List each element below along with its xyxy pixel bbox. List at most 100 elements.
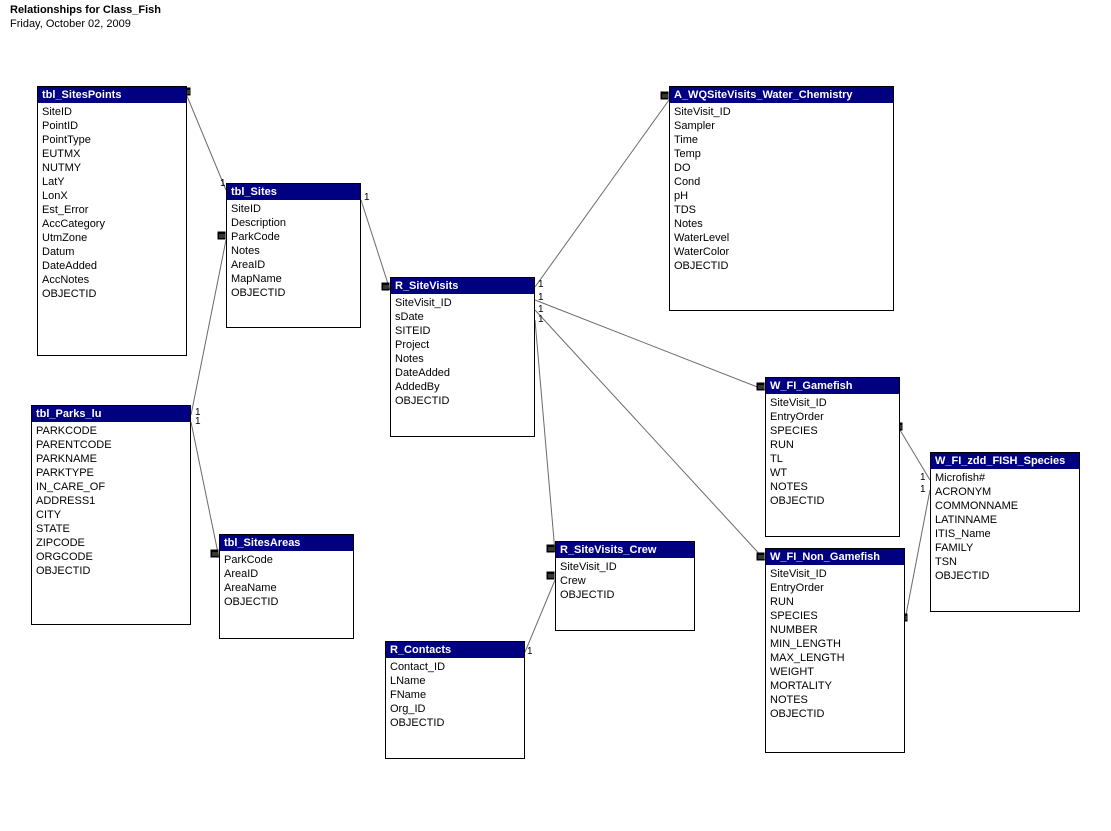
table-field[interactable]: PARKCODE — [36, 424, 186, 438]
table-field[interactable]: WaterColor — [674, 245, 889, 259]
table-field[interactable]: EntryOrder — [770, 581, 900, 595]
table-box-tbl_sites[interactable]: tbl_Sites SiteIDDescriptionParkCodeNotesA… — [226, 183, 361, 328]
table-field[interactable]: OBJECTID — [935, 569, 1075, 583]
table-field[interactable]: PARKTYPE — [36, 466, 186, 480]
table-box-r_sitevisits_crew[interactable]: R_SiteVisits_Crew SiteVisit_IDCrewOBJECTI… — [555, 541, 695, 631]
table-field[interactable]: OBJECTID — [560, 588, 690, 602]
table-field[interactable]: Notes — [231, 244, 356, 258]
table-field[interactable]: ZIPCODE — [36, 536, 186, 550]
table-field[interactable]: Sampler — [674, 119, 889, 133]
table-field[interactable]: Cond — [674, 175, 889, 189]
table-field[interactable]: DO — [674, 161, 889, 175]
table-field[interactable]: AccCategory — [42, 217, 182, 231]
table-field[interactable]: Microfish# — [935, 471, 1075, 485]
table-field[interactable]: LATINNAME — [935, 513, 1075, 527]
table-field[interactable]: Org_ID — [390, 702, 520, 716]
table-field[interactable]: ORGCODE — [36, 550, 186, 564]
table-field[interactable]: UtmZone — [42, 231, 182, 245]
table-field[interactable]: Time — [674, 133, 889, 147]
table-field[interactable]: Notes — [395, 352, 530, 366]
table-field[interactable]: ParkCode — [231, 230, 356, 244]
table-field[interactable]: WT — [770, 466, 895, 480]
table-field[interactable]: DateAdded — [395, 366, 530, 380]
table-field[interactable]: OBJECTID — [231, 286, 356, 300]
table-field[interactable]: PointType — [42, 133, 182, 147]
table-field[interactable]: EUTMX — [42, 147, 182, 161]
table-field[interactable]: RUN — [770, 438, 895, 452]
table-field[interactable]: NUMBER — [770, 623, 900, 637]
table-field[interactable]: AreaID — [224, 567, 349, 581]
table-field[interactable]: SiteVisit_ID — [560, 560, 690, 574]
table-box-tbl_parks_lu[interactable]: tbl_Parks_luPARKCODEPARENTCODEPARKNAMEPA… — [31, 405, 191, 625]
table-field[interactable]: SPECIES — [770, 609, 900, 623]
table-field[interactable]: WEIGHT — [770, 665, 900, 679]
table-field[interactable]: Description — [231, 216, 356, 230]
table-field[interactable]: SiteVisit_ID — [674, 105, 889, 119]
table-field[interactable]: MapName — [231, 272, 356, 286]
table-field[interactable]: FAMILY — [935, 541, 1075, 555]
table-title[interactable]: R_Contacts — [386, 642, 524, 658]
table-box-tbl_sitespoints[interactable]: tbl_SitesPointsSiteIDPointIDPointTypeEUT… — [37, 86, 187, 356]
table-box-r_sitevisits[interactable]: R_SiteVisitsSiteVisit_IDsDateSITEIDProje… — [390, 277, 535, 437]
table-field[interactable]: PARENTCODE — [36, 438, 186, 452]
table-field[interactable]: IN_CARE_OF — [36, 480, 186, 494]
table-field[interactable]: STATE — [36, 522, 186, 536]
table-field[interactable]: SiteVisit_ID — [395, 296, 530, 310]
table-field[interactable]: MAX_LENGTH — [770, 651, 900, 665]
table-box-w_fi_zdd_fish_species[interactable]: W_FI_zdd_FISH_SpeciesMicrofish#ACRONYMCO… — [930, 452, 1080, 612]
table-field[interactable]: OBJECTID — [36, 564, 186, 578]
table-field[interactable]: FName — [390, 688, 520, 702]
table-field[interactable]: SPECIES — [770, 424, 895, 438]
table-field[interactable]: WaterLevel — [674, 231, 889, 245]
table-field[interactable]: DateAdded — [42, 259, 182, 273]
table-field[interactable]: ITIS_Name — [935, 527, 1075, 541]
table-box-a_wqsitevisits_water_chemistry[interactable]: A_WQSiteVisits_Water_Chemistry SiteVisit_… — [669, 86, 894, 311]
table-field[interactable]: pH — [674, 189, 889, 203]
table-title[interactable]: W_FI_Non_Gamefish — [766, 549, 904, 565]
table-field[interactable]: AddedBy — [395, 380, 530, 394]
table-field[interactable]: OBJECTID — [770, 707, 900, 721]
table-field[interactable]: AreaName — [224, 581, 349, 595]
table-field[interactable]: Crew — [560, 574, 690, 588]
table-field[interactable]: SiteVisit_ID — [770, 396, 895, 410]
table-field[interactable]: Project — [395, 338, 530, 352]
table-field[interactable]: NOTES — [770, 480, 895, 494]
table-field[interactable]: PointID — [42, 119, 182, 133]
table-field[interactable]: OBJECTID — [224, 595, 349, 609]
table-field[interactable]: SiteID — [42, 105, 182, 119]
table-field[interactable]: RUN — [770, 595, 900, 609]
table-field[interactable]: Notes — [674, 217, 889, 231]
table-title[interactable]: tbl_SitesAreas — [220, 535, 353, 551]
table-field[interactable]: SiteVisit_ID — [770, 567, 900, 581]
table-field[interactable]: sDate — [395, 310, 530, 324]
table-field[interactable]: LatY — [42, 175, 182, 189]
table-field[interactable]: EntryOrder — [770, 410, 895, 424]
table-field[interactable]: MORTALITY — [770, 679, 900, 693]
table-title[interactable]: R_SiteVisits_Crew — [556, 542, 694, 558]
table-field[interactable]: AreaID — [231, 258, 356, 272]
table-field[interactable]: OBJECTID — [390, 716, 520, 730]
table-field[interactable]: Temp — [674, 147, 889, 161]
table-field[interactable]: OBJECTID — [42, 287, 182, 301]
table-box-w_fi_non_gamefish[interactable]: W_FI_Non_Gamefish SiteVisit_IDEntryOrderR… — [765, 548, 905, 753]
table-title[interactable]: W_FI_zdd_FISH_Species — [931, 453, 1079, 469]
table-title[interactable]: A_WQSiteVisits_Water_Chemistry — [670, 87, 893, 103]
table-box-r_contacts[interactable]: R_ContactsContact_IDLNameFNameOrg_IDOBJE… — [385, 641, 525, 759]
table-title[interactable]: tbl_Sites — [227, 184, 360, 200]
table-field[interactable]: ADDRESS1 — [36, 494, 186, 508]
table-field[interactable]: LonX — [42, 189, 182, 203]
table-field[interactable]: Est_Error — [42, 203, 182, 217]
table-field[interactable]: SiteID — [231, 202, 356, 216]
table-field[interactable]: ACRONYM — [935, 485, 1075, 499]
table-field[interactable]: TDS — [674, 203, 889, 217]
table-field[interactable]: NUTMY — [42, 161, 182, 175]
table-field[interactable]: PARKNAME — [36, 452, 186, 466]
table-field[interactable]: AccNotes — [42, 273, 182, 287]
table-field[interactable]: Datum — [42, 245, 182, 259]
table-field[interactable]: NOTES — [770, 693, 900, 707]
table-field[interactable]: Contact_ID — [390, 660, 520, 674]
table-box-tbl_sitesareas[interactable]: tbl_SitesAreasParkCodeAreaIDAreaNameOBJE… — [219, 534, 354, 639]
table-field[interactable]: TSN — [935, 555, 1075, 569]
table-box-w_fi_gamefish[interactable]: W_FI_GamefishSiteVisit_IDEntryOrderSPECI… — [765, 377, 900, 537]
table-field[interactable]: SITEID — [395, 324, 530, 338]
